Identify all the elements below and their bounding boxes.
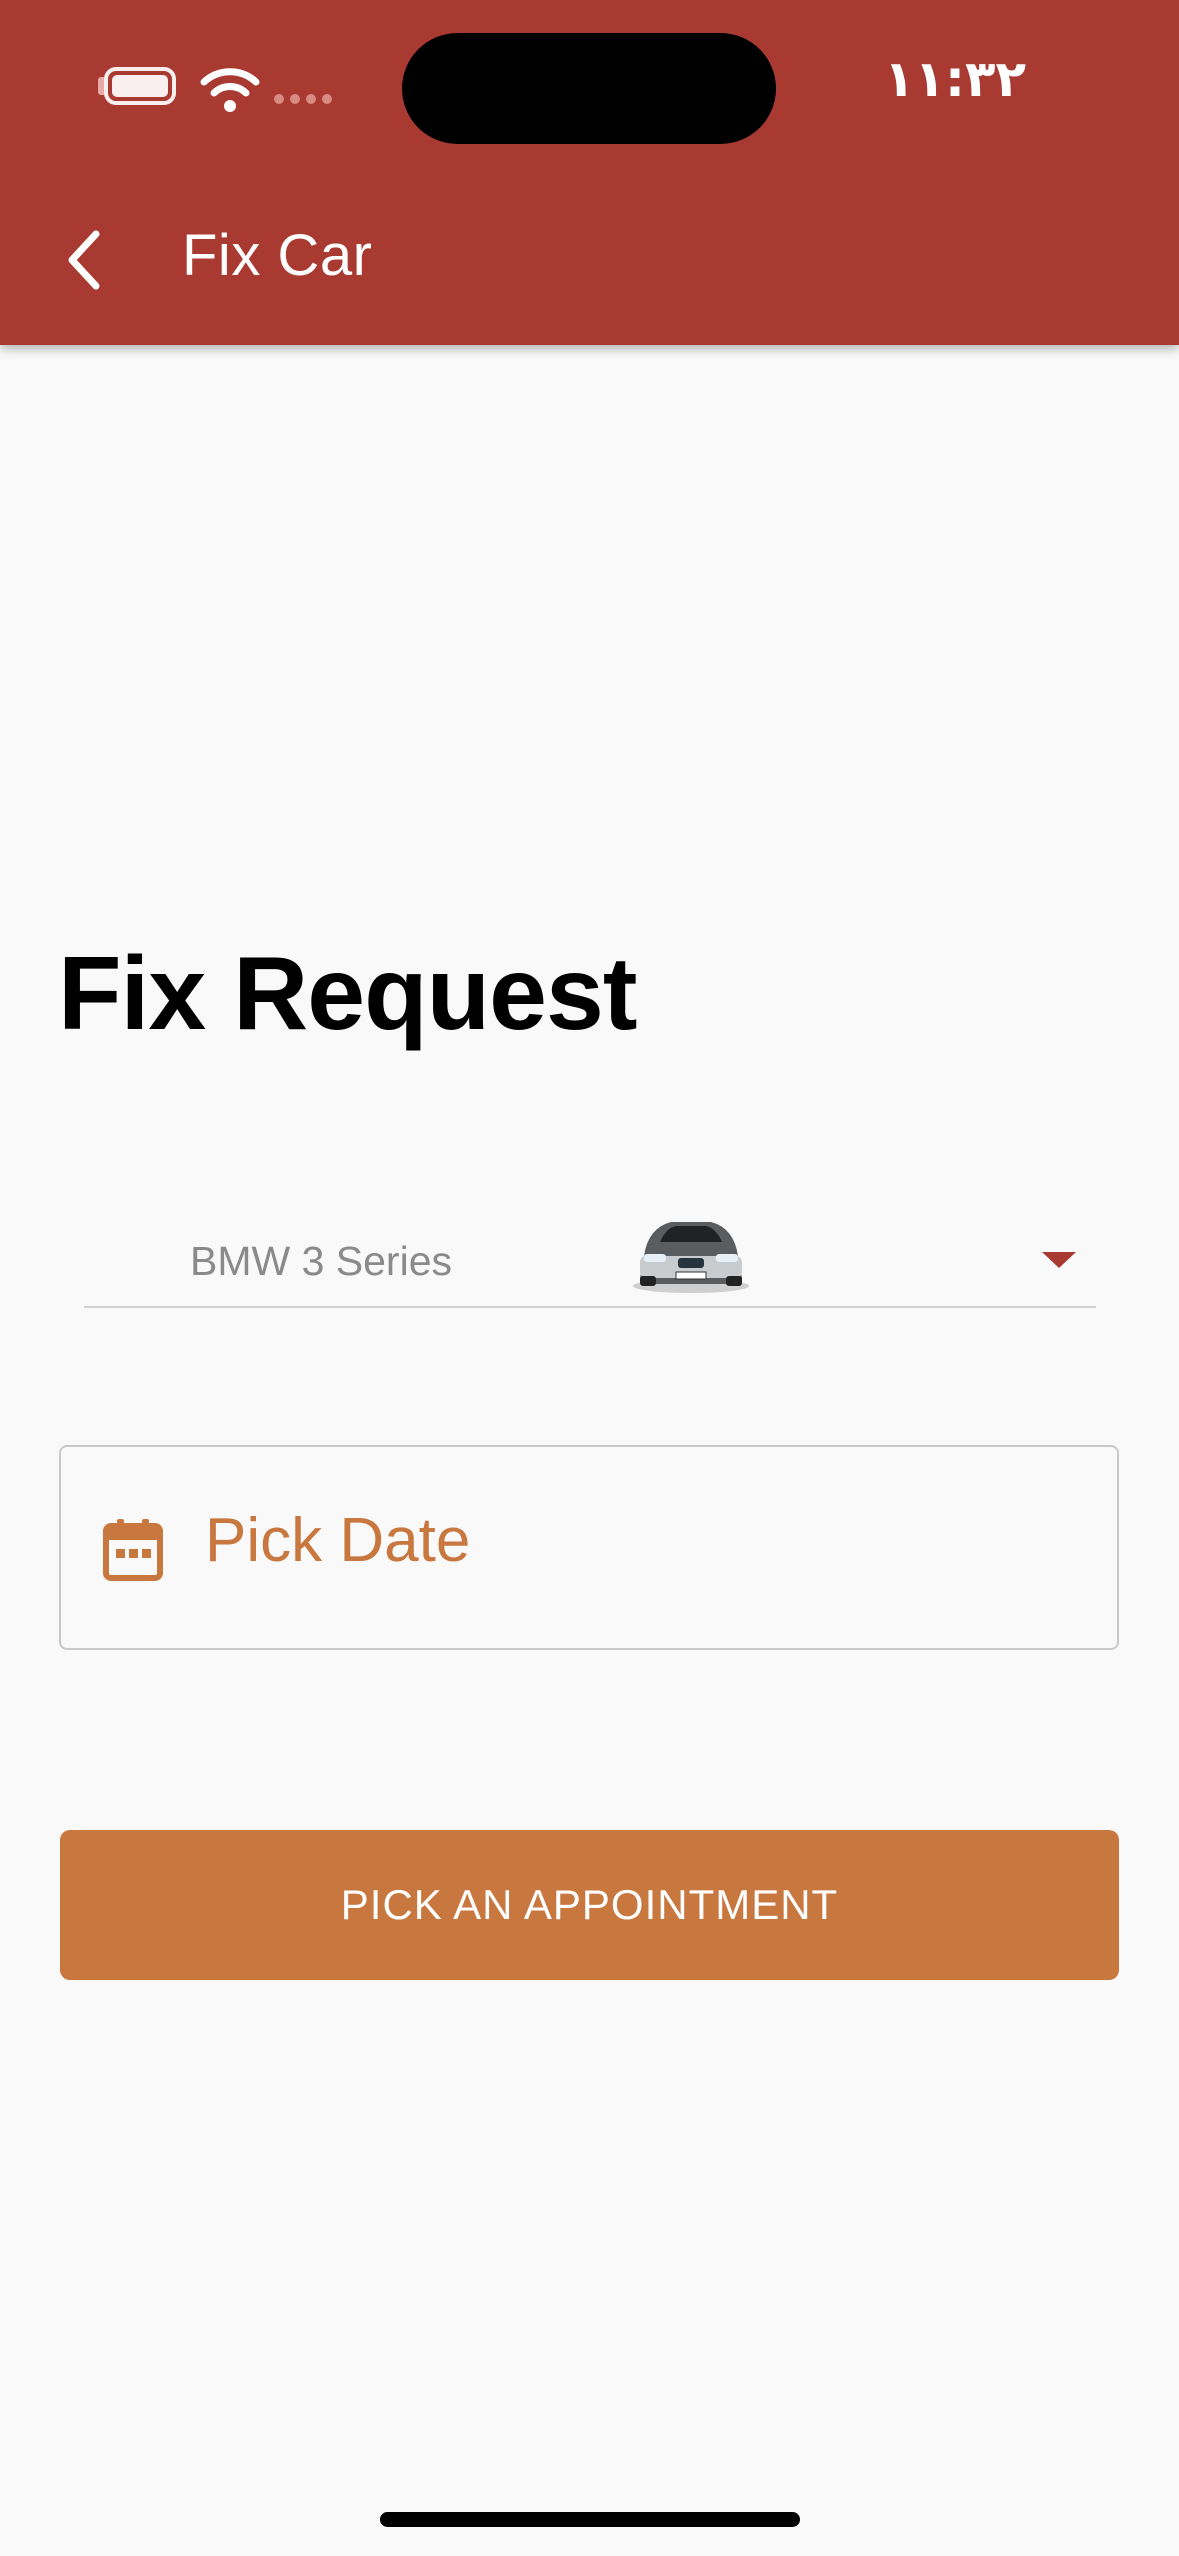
- signal-icon: [274, 94, 332, 104]
- wifi-icon: [200, 68, 260, 112]
- car-select-value: BMW 3 Series: [190, 1238, 452, 1284]
- pick-appointment-button[interactable]: PICK AN APPOINTMENT: [60, 1830, 1119, 1980]
- car-thumbnail: [633, 1222, 749, 1293]
- form-heading: Fix Request: [58, 936, 637, 1052]
- battery-icon: [104, 67, 176, 105]
- app-bar: ١١:٣٢ Fix Car: [0, 0, 1179, 345]
- car-select-dropdown[interactable]: BMW 3 Series: [84, 1190, 1096, 1308]
- status-time: ١١:٣٢: [883, 50, 1027, 108]
- calendar-icon: [103, 1519, 163, 1581]
- pick-date-field[interactable]: Pick Date: [59, 1445, 1119, 1650]
- home-indicator: [380, 2512, 800, 2527]
- back-button[interactable]: [48, 215, 120, 305]
- page-title: Fix Car: [182, 223, 373, 288]
- dynamic-island: [402, 33, 776, 144]
- pick-date-placeholder: Pick Date: [205, 1506, 471, 1575]
- dropdown-arrow-icon: [1042, 1252, 1076, 1268]
- chevron-left-icon: [68, 230, 100, 290]
